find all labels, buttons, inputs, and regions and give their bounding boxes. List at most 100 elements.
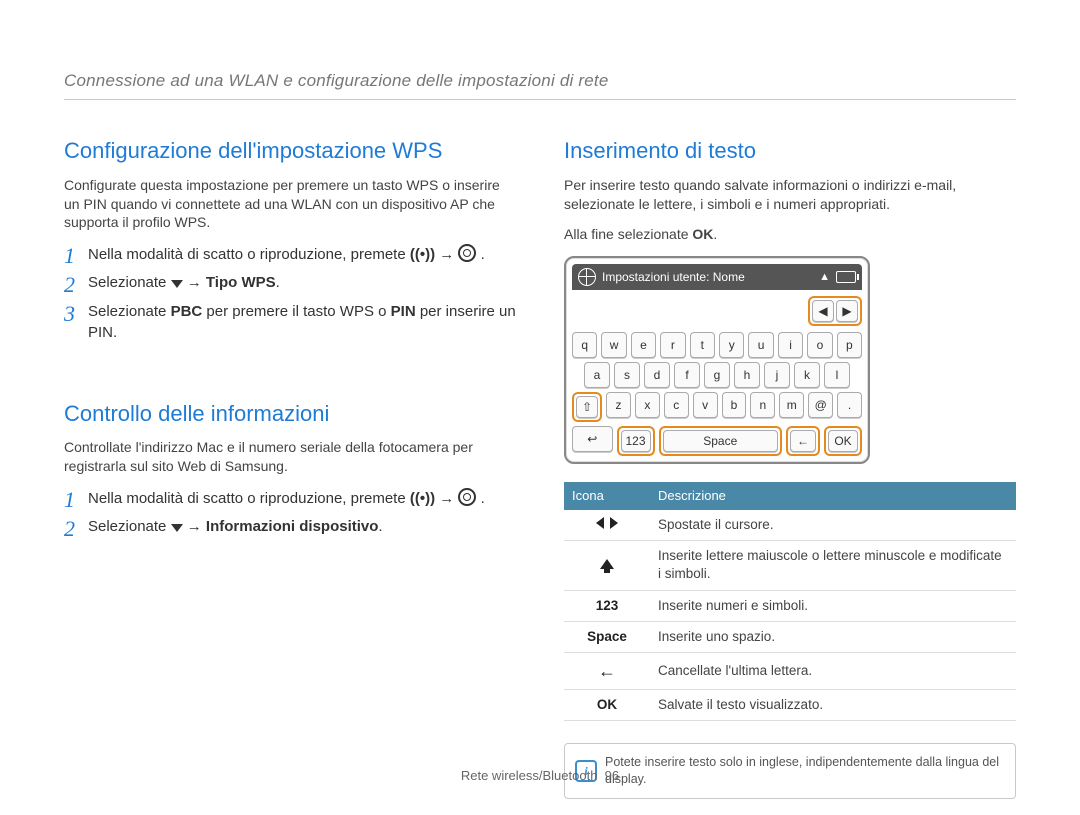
wps-step1: Nella modalità di scatto o riproduzione,… <box>88 244 516 265</box>
key-r[interactable]: r <box>660 332 685 358</box>
chevron-down-icon <box>171 280 183 288</box>
key-m[interactable]: m <box>779 392 804 418</box>
key-shift[interactable]: ⇧ <box>576 396 598 418</box>
legend-header-icon: Icona <box>564 482 650 510</box>
key-123[interactable]: 123 <box>621 430 651 452</box>
key-a[interactable]: a <box>584 362 610 388</box>
key-l[interactable]: l <box>824 362 850 388</box>
legend-icon-cell: ← <box>564 652 650 689</box>
wps-steps: 1 Nella modalità di scatto o riproduzion… <box>64 244 516 343</box>
key-h[interactable]: h <box>734 362 760 388</box>
key-f[interactable]: f <box>674 362 700 388</box>
legend-icon-cell <box>564 510 650 541</box>
cursor-right-icon <box>610 517 618 529</box>
arrow-icon: → <box>439 490 458 507</box>
cursor-left-icon <box>596 517 604 529</box>
legend-row: 123Inserite numeri e simboli. <box>564 590 1016 621</box>
kb-row3: ⇧ zxcvbnm@. <box>572 392 862 422</box>
legend-row: ← Cancellate l'ultima lettera. <box>564 652 1016 689</box>
key-space[interactable]: Space <box>663 430 779 452</box>
kb-titlebar: Impostazioni utente: Nome ▲ <box>572 264 862 290</box>
arrow-icon: → <box>439 246 458 263</box>
chevron-down-icon <box>171 524 183 532</box>
wifi-status-icon: ▲ <box>819 270 830 285</box>
key-u[interactable]: u <box>748 332 773 358</box>
step-number-1: 1 <box>64 244 88 267</box>
key-w[interactable]: w <box>601 332 626 358</box>
section-info-body: Controllate l'indirizzo Mac e il numero … <box>64 438 516 476</box>
legend-row: Inserite lettere maiuscole o lettere min… <box>564 541 1016 590</box>
legend-row: Spostate il cursore. <box>564 510 1016 541</box>
legend-icon-cell: 123 <box>564 590 650 621</box>
key-c[interactable]: c <box>664 392 689 418</box>
key-backspace[interactable]: ← <box>790 430 816 452</box>
key-x[interactable]: x <box>635 392 660 418</box>
info-step2-a: Selezionate <box>88 518 171 535</box>
icon-legend-table: Icona Descrizione Spostate il cursore.In… <box>564 482 1016 721</box>
section-wps-title: Configurazione dell'impostazione WPS <box>64 136 516 166</box>
key-z[interactable]: z <box>606 392 631 418</box>
legend-desc-cell: Salvate il testo visualizzato. <box>650 690 1016 721</box>
section-wps-body: Configurate questa impostazione per prem… <box>64 176 516 233</box>
legend-desc-cell: Cancellate l'ultima lettera. <box>650 652 1016 689</box>
wps-step2: Selezionate → Tipo WPS. <box>88 273 516 293</box>
key-g[interactable]: g <box>704 362 730 388</box>
key-v[interactable]: v <box>693 392 718 418</box>
info-steps: 1 Nella modalità di scatto o riproduzion… <box>64 488 516 540</box>
key-e[interactable]: e <box>631 332 656 358</box>
finish-bold: OK <box>692 226 713 242</box>
info-step1: Nella modalità di scatto o riproduzione,… <box>88 488 516 509</box>
legend-desc-cell: Inserite lettere maiuscole o lettere min… <box>650 541 1016 590</box>
step-number-2: 2 <box>64 273 88 296</box>
key-cursor-right[interactable]: ▶ <box>836 300 858 322</box>
breadcrumb: Connessione ad una WLAN e configurazione… <box>64 70 1016 100</box>
key-j[interactable]: j <box>764 362 790 388</box>
wps-step1-text: Nella modalità di scatto o riproduzione,… <box>88 246 410 263</box>
key-t[interactable]: t <box>690 332 715 358</box>
wifi-icon: ((•)) <box>410 489 435 509</box>
legend-icon-cell <box>564 541 650 590</box>
shift-icon <box>600 559 614 569</box>
backspace-icon: ← <box>598 661 616 681</box>
key-p[interactable]: p <box>837 332 862 358</box>
info-step1-tail: . <box>481 490 485 507</box>
key-q[interactable]: q <box>572 332 597 358</box>
key-i[interactable]: i <box>778 332 803 358</box>
key-s[interactable]: s <box>614 362 640 388</box>
key-k[interactable]: k <box>794 362 820 388</box>
info-step2-arrow: → <box>187 518 206 535</box>
kb-row2: asdfghjkl <box>572 362 862 388</box>
kb-title: Impostazioni utente: Nome <box>602 269 745 285</box>
wps-step3-a: Selezionate <box>88 303 171 320</box>
legend-row: OKSalvate il testo visualizzato. <box>564 690 1016 721</box>
wps-step2-arrow: → <box>187 274 206 291</box>
finish-a: Alla fine selezionate <box>564 226 692 242</box>
left-column: Configurazione dell'impostazione WPS Con… <box>64 136 516 799</box>
key-d[interactable]: d <box>644 362 670 388</box>
key-.[interactable]: . <box>837 392 862 418</box>
key-cursor-left[interactable]: ◀ <box>812 300 834 322</box>
key-ok[interactable]: OK <box>828 430 858 452</box>
onscreen-keyboard: Impostazioni utente: Nome ▲ ◀ ▶ qwertyui… <box>564 256 870 464</box>
key-b[interactable]: b <box>722 392 747 418</box>
wps-step2-c: . <box>276 274 280 291</box>
right-column: Inserimento di testo Per inserire testo … <box>564 136 1016 799</box>
legend-desc-cell: Spostate il cursore. <box>650 510 1016 541</box>
info-step2-c: . <box>378 518 382 535</box>
key-return[interactable]: ↩ <box>572 426 613 452</box>
backspace-key-highlight: ← <box>786 426 820 456</box>
key-o[interactable]: o <box>807 332 832 358</box>
key-y[interactable]: y <box>719 332 744 358</box>
cursor-keys-highlight: ◀ ▶ <box>808 296 862 326</box>
wps-step3-bold1: PBC <box>171 303 203 320</box>
footer-text: Rete wireless/Bluetooth <box>461 768 598 783</box>
footer-page: 96 <box>605 768 619 783</box>
section-text-title: Inserimento di testo <box>564 136 1016 166</box>
wps-step2-bold: Tipo WPS <box>206 274 276 291</box>
step-number-1b: 1 <box>64 488 88 511</box>
legend-icon-cell: OK <box>564 690 650 721</box>
wps-step2-a: Selezionate <box>88 274 171 291</box>
key-@[interactable]: @ <box>808 392 833 418</box>
key-n[interactable]: n <box>750 392 775 418</box>
gear-icon <box>458 488 476 506</box>
